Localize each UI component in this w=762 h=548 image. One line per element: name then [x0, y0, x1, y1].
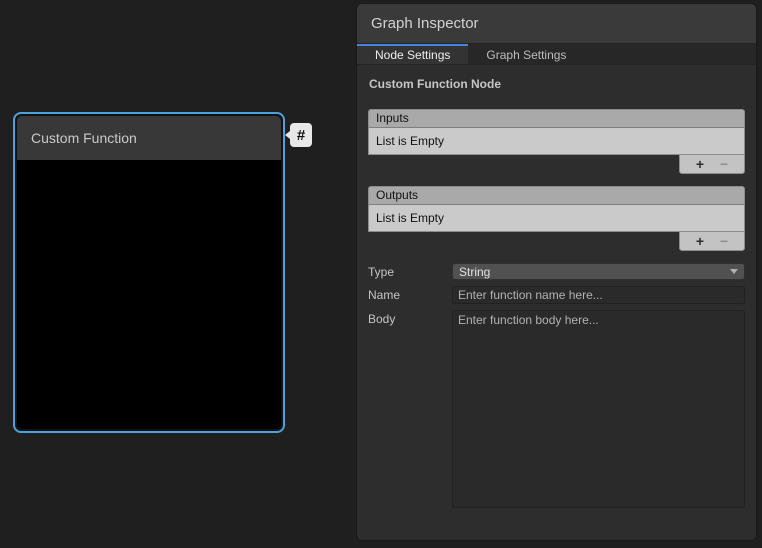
function-body-textarea[interactable]	[452, 310, 745, 508]
node-preview-body	[17, 160, 281, 429]
outputs-list-footer: + −	[679, 232, 745, 251]
type-field-row: Type String	[368, 263, 745, 280]
hash-icon: #	[297, 127, 305, 144]
outputs-remove-button[interactable]: −	[720, 234, 728, 248]
inspector-content: Custom Function Node Inputs List is Empt…	[357, 65, 756, 540]
name-field-row: Name	[368, 286, 745, 304]
outputs-list-header: Outputs	[368, 186, 745, 205]
graph-inspector-panel: Graph Inspector Node Settings Graph Sett…	[356, 3, 757, 541]
type-dropdown-value: String	[459, 265, 730, 279]
graph-inspector-titlebar[interactable]: Graph Inspector	[357, 4, 756, 44]
body-label: Body	[368, 310, 452, 326]
body-field-row: Body	[368, 310, 745, 508]
inputs-list-header: Inputs	[368, 109, 745, 128]
node-title[interactable]: Custom Function	[17, 116, 281, 160]
outputs-list-footer-row: + −	[368, 232, 745, 251]
inputs-list: Inputs List is Empty + −	[368, 109, 745, 174]
tab-graph-settings[interactable]: Graph Settings	[468, 44, 584, 64]
outputs-list-empty-row: List is Empty	[368, 205, 745, 232]
inputs-list-footer-row: + −	[368, 155, 745, 174]
graph-canvas[interactable]: Custom Function # Graph Inspector Node S…	[0, 0, 762, 548]
inspector-tab-bar: Node Settings Graph Settings	[357, 44, 756, 65]
inputs-list-empty-row: List is Empty	[368, 128, 745, 155]
tab-node-settings[interactable]: Node Settings	[357, 44, 468, 64]
outputs-add-button[interactable]: +	[696, 234, 704, 248]
type-dropdown[interactable]: String	[452, 263, 745, 280]
chevron-down-icon	[730, 269, 738, 274]
inputs-remove-button[interactable]: −	[720, 157, 728, 171]
name-label: Name	[368, 286, 452, 302]
outputs-list: Outputs List is Empty + −	[368, 186, 745, 251]
custom-function-node[interactable]: Custom Function	[13, 112, 285, 433]
inputs-list-footer: + −	[679, 155, 745, 174]
function-name-input[interactable]	[452, 286, 745, 304]
section-title: Custom Function Node	[369, 77, 745, 91]
type-label: Type	[368, 263, 452, 279]
node-hash-badge[interactable]: #	[290, 123, 312, 147]
inputs-add-button[interactable]: +	[696, 157, 704, 171]
